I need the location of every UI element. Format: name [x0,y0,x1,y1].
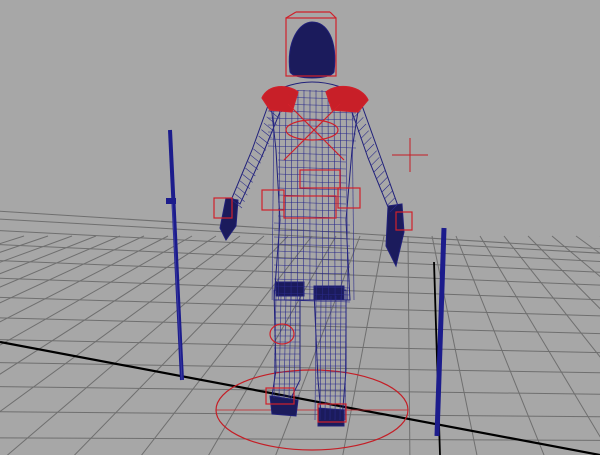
mesh-edge [258,135,269,145]
mesh-edge [253,148,264,158]
mesh-edge [387,197,396,206]
mesh-edge [288,295,292,399]
mesh-edge [381,183,391,193]
mesh-edge [376,170,385,179]
mesh-edge [365,143,375,153]
3d-viewport[interactable] [0,0,600,455]
mesh-edge [247,161,259,170]
mesh-edge [324,295,327,421]
grid-line [6,235,265,455]
grid-line [0,235,73,263]
mesh-edge [351,89,355,301]
mesh-edge [293,295,297,399]
left-pole[interactable] [166,129,184,381]
mesh-edge [245,167,256,177]
mesh-edge [357,123,367,133]
mesh-edge [283,295,287,399]
grid-line [0,411,600,418]
mesh-edge [327,89,330,301]
mesh-edge [360,130,369,139]
mesh-edge [267,145,357,149]
viewport-scene[interactable] [0,0,600,455]
mesh-edge [379,177,388,186]
mesh-edge [368,150,377,159]
mesh-edge [363,137,372,146]
mesh-edge [278,295,282,399]
mesh-edge [373,163,383,173]
mesh-edge [269,110,280,119]
grid-line [551,235,600,278]
grid-line [0,235,169,323]
grid-line [0,235,193,346]
grid-line [0,235,217,375]
locator[interactable] [392,138,428,172]
mesh-edge [345,89,349,301]
mesh-edge [267,124,357,128]
mesh-edge [273,278,351,282]
grid-line [0,386,600,395]
mesh-edge [277,166,347,170]
mesh-edge [277,152,347,156]
mesh-edge [277,173,347,177]
mesh-edge [277,159,347,163]
mesh-edge [273,257,351,261]
mesh-edge [334,295,337,421]
mesh-edge [333,89,336,301]
mesh-edge [339,295,342,421]
grid-line [342,235,385,455]
mesh-edge [242,174,253,183]
mesh-edge [263,122,275,132]
grid-line [407,235,411,455]
mesh-edge [273,250,351,254]
grid-line [0,230,600,262]
mesh-edge [290,89,293,301]
right-pole[interactable] [434,227,447,437]
mesh-edge [250,154,261,164]
mesh-edge [339,89,342,301]
grid-line [575,235,600,254]
mesh-edge [384,190,393,199]
mesh-edge [277,180,347,184]
grid-line [527,235,600,310]
mesh-edge [273,264,351,268]
grid-line [479,235,600,438]
mesh-edge [261,129,272,138]
mesh-edge [255,142,267,151]
mesh-edge [371,157,380,166]
